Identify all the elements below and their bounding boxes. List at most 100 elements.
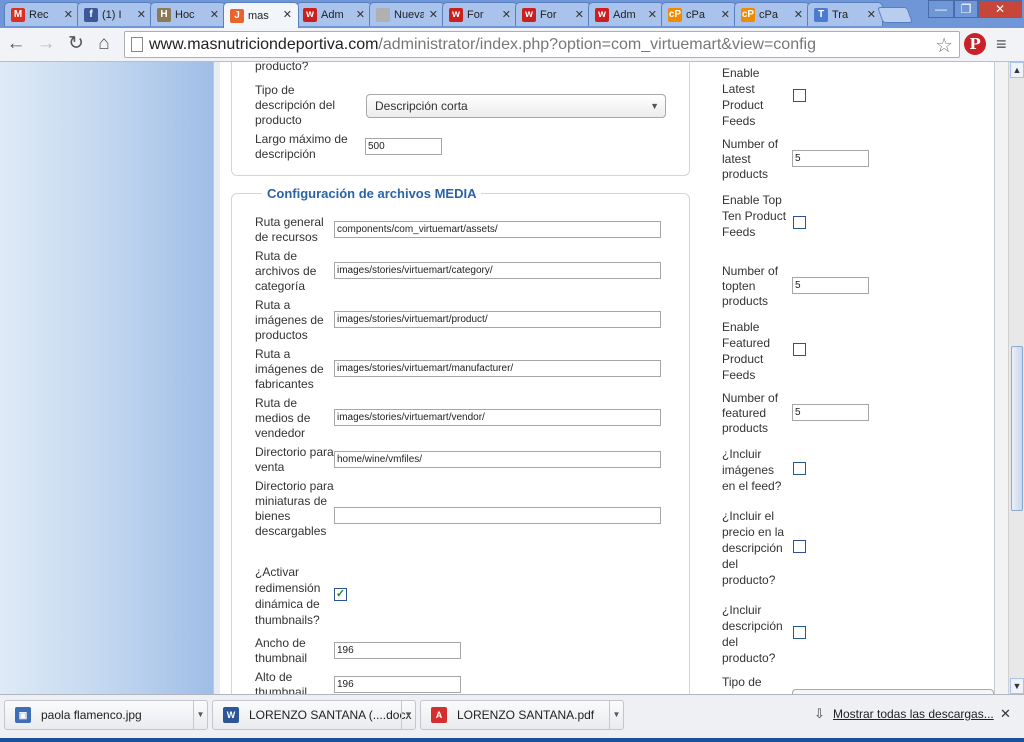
- scroll-down-icon[interactable]: ▼: [1010, 678, 1024, 694]
- tab-close-icon[interactable]: ✕: [283, 8, 292, 21]
- enable-featured-label: Enable Featured Product Feeds: [722, 320, 771, 382]
- bookmark-star-icon[interactable]: ☆: [935, 33, 953, 58]
- thumb-width-label: Ancho de thumbnail: [255, 636, 308, 665]
- feed-description-type-label: Tipo de: [722, 675, 762, 689]
- assets-path-input[interactable]: components/com_virtuemart/assets/: [334, 221, 661, 238]
- max-length-input[interactable]: 500: [365, 138, 442, 155]
- download-item[interactable]: A LORENZO SANTANA.pdf ▼: [420, 700, 624, 730]
- tab-close-icon[interactable]: ✕: [575, 8, 584, 21]
- browser-tab[interactable]: H Hoc ✕: [150, 2, 226, 26]
- manufacturer-images-path-input[interactable]: images/stories/virtuemart/manufacturer/: [334, 360, 661, 377]
- page-icon: [131, 37, 143, 52]
- media-field-label: Ruta a imágenes de productos: [255, 298, 324, 342]
- enable-topten-checkbox[interactable]: [793, 216, 806, 229]
- include-price-checkbox[interactable]: [793, 540, 806, 553]
- taskbar-edge: [0, 738, 1024, 742]
- reload-icon[interactable]: ↻: [64, 32, 88, 56]
- category-path-input[interactable]: images/stories/virtuemart/category/: [334, 262, 661, 279]
- include-images-label: ¿Incluir imágenes en el feed?: [722, 447, 782, 493]
- tab-close-icon[interactable]: ✕: [648, 8, 657, 21]
- menu-icon[interactable]: ≡: [996, 34, 1007, 55]
- chevron-down-icon[interactable]: ▼: [401, 701, 415, 729]
- home-icon[interactable]: ⌂: [92, 32, 116, 56]
- browser-tab[interactable]: cP cPa ✕: [661, 2, 737, 26]
- tab-close-icon[interactable]: ✕: [721, 8, 730, 21]
- back-icon[interactable]: ←: [4, 32, 28, 56]
- maximize-button[interactable]: ❐: [954, 0, 978, 18]
- new-tab-button[interactable]: [877, 7, 913, 23]
- pinterest-icon[interactable]: P: [964, 33, 986, 55]
- sale-directory-input[interactable]: home/wine/vmfiles/: [334, 451, 661, 468]
- chevron-down-icon: ▼: [650, 101, 659, 111]
- download-item[interactable]: ▣ paola flamenco.jpg ▼: [4, 700, 208, 730]
- chevron-down-icon[interactable]: ▼: [609, 701, 623, 729]
- download-arrow-icon: ⇩: [814, 706, 825, 721]
- browser-tab[interactable]: f (1) I ✕: [77, 2, 153, 26]
- cpanel-icon: cP: [668, 7, 682, 22]
- browser-tab[interactable]: w Adm ✕: [588, 2, 664, 26]
- tab-label: (1) I: [102, 8, 122, 21]
- tab-close-icon[interactable]: ✕: [867, 8, 876, 21]
- url-text[interactable]: www.masnutriciondeportiva.com/administra…: [149, 36, 816, 54]
- include-price-label: ¿Incluir el precio en la descripción del…: [722, 509, 785, 587]
- tab-close-icon[interactable]: ✕: [64, 8, 73, 21]
- description-type-select[interactable]: Descripción corta ▼: [366, 94, 666, 118]
- include-images-checkbox[interactable]: [793, 462, 806, 475]
- chevron-down-icon[interactable]: ▼: [193, 701, 207, 729]
- browser-tab[interactable]: w For ✕: [515, 2, 591, 26]
- media-section-title: Configuración de archivos MEDIA: [262, 186, 482, 201]
- tab-label: Adm: [321, 8, 344, 21]
- avatar-icon: H: [157, 7, 171, 22]
- product-images-path-input[interactable]: images/stories/virtuemart/product/: [334, 311, 661, 328]
- blank-icon: [376, 7, 390, 22]
- browser-tab[interactable]: w For ✕: [442, 2, 518, 26]
- downloadable-thumbs-directory-input[interactable]: [334, 507, 661, 524]
- topten-count-input[interactable]: 5: [792, 277, 869, 294]
- browser-tab[interactable]: M Rec ✕: [4, 2, 80, 26]
- window-close-button[interactable]: ✕: [978, 0, 1022, 18]
- thumb-height-input[interactable]: 196: [334, 676, 461, 693]
- browser-tab[interactable]: Nueva ✕: [369, 2, 445, 26]
- url-path: /administrator/index.php?option=com_virt…: [378, 36, 816, 53]
- show-all-downloads-link[interactable]: Mostrar todas las descargas...: [833, 707, 994, 721]
- forward-icon[interactable]: →: [34, 32, 58, 56]
- scrollbar-thumb[interactable]: [1011, 346, 1023, 511]
- max-length-label: Largo máximo de descripción: [255, 132, 348, 161]
- download-name: paola flamenco.jpg: [41, 708, 142, 722]
- wolf-icon: w: [303, 7, 317, 22]
- enable-latest-checkbox[interactable]: [793, 89, 806, 102]
- dynamic-thumbnails-checkbox[interactable]: ✓: [334, 588, 347, 601]
- browser-tab[interactable]: w Adm ✕: [296, 2, 372, 26]
- vertical-scrollbar[interactable]: ▲ ▼: [1008, 62, 1024, 694]
- featured-count-input[interactable]: 5: [792, 404, 869, 421]
- include-description-checkbox[interactable]: [793, 626, 806, 639]
- browser-tab[interactable]: T Tra ✕: [807, 2, 883, 26]
- wolf-icon: w: [595, 7, 609, 22]
- media-field-label: Directorio para miniaturas de bienes des…: [255, 479, 334, 538]
- latest-count-input[interactable]: 5: [792, 150, 869, 167]
- media-field-label: Directorio para venta: [255, 445, 334, 474]
- tab-close-icon[interactable]: ✕: [137, 8, 146, 21]
- gmail-icon: M: [11, 7, 25, 22]
- thumb-height-label: Alto de thumbnail: [255, 670, 308, 694]
- image-file-icon: ▣: [15, 707, 31, 723]
- page-content: producto? Tipo de descripción del produc…: [0, 62, 1008, 694]
- close-icon[interactable]: ✕: [1000, 706, 1011, 722]
- media-field-label: Ruta general de recursos: [255, 215, 324, 244]
- browser-tab[interactable]: Jmas ✕: [223, 2, 299, 28]
- download-item[interactable]: W LORENZO SANTANA (....docx ▼: [212, 700, 416, 730]
- minimize-button[interactable]: —: [928, 0, 954, 18]
- vendor-media-path-input[interactable]: images/stories/virtuemart/vendor/: [334, 409, 661, 426]
- enable-featured-checkbox[interactable]: [793, 343, 806, 356]
- featured-count-label: Number of featured products: [722, 391, 779, 435]
- browser-tab[interactable]: cP cPa ✕: [734, 2, 810, 26]
- tab-close-icon[interactable]: ✕: [502, 8, 511, 21]
- scroll-up-icon[interactable]: ▲: [1010, 62, 1024, 78]
- tab-close-icon[interactable]: ✕: [356, 8, 365, 21]
- tab-close-icon[interactable]: ✕: [429, 8, 438, 21]
- tab-close-icon[interactable]: ✕: [794, 8, 803, 21]
- address-bar[interactable]: www.masnutriciondeportiva.com/administra…: [124, 31, 960, 58]
- tab-close-icon[interactable]: ✕: [210, 8, 219, 21]
- thumb-width-input[interactable]: 196: [334, 642, 461, 659]
- enable-topten-label: Enable Top Ten Product Feeds: [722, 193, 787, 239]
